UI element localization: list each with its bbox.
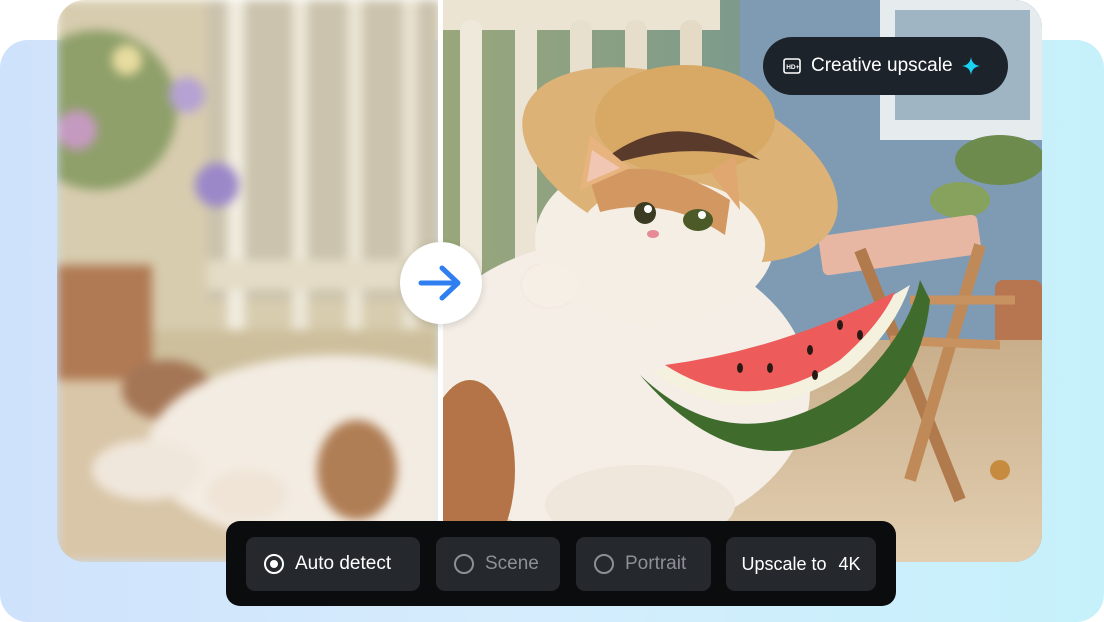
radio-selected-icon	[264, 554, 284, 574]
svg-text:HD+: HD+	[786, 64, 799, 71]
hd-plus-icon: HD+	[783, 58, 801, 74]
badge-label: Creative upscale	[811, 55, 953, 76]
mode-scene[interactable]: Scene	[436, 537, 560, 591]
before-image	[57, 0, 440, 562]
upscale-label: Upscale to	[741, 553, 827, 574]
mode-portrait[interactable]: Portrait	[576, 537, 711, 591]
radio-unselected-icon	[594, 554, 614, 574]
mode-label: Auto detect	[295, 553, 392, 574]
mode-label: Portrait	[625, 553, 687, 574]
compare-arrow-button[interactable]	[400, 242, 482, 324]
upscale-value: 4K	[838, 553, 861, 574]
upscale-toolbar: Auto detect Scene Portrait Upscale to 4K	[226, 521, 896, 606]
mode-auto-detect[interactable]: Auto detect	[246, 537, 420, 591]
sparkle-icon	[961, 57, 980, 75]
radio-unselected-icon	[454, 554, 474, 574]
arrow-right-icon	[418, 265, 461, 301]
creative-upscale-badge: HD+ Creative upscale	[763, 37, 1008, 95]
mode-label: Scene	[485, 553, 539, 574]
upscale-resolution-select[interactable]: Upscale to 4K	[726, 537, 876, 591]
